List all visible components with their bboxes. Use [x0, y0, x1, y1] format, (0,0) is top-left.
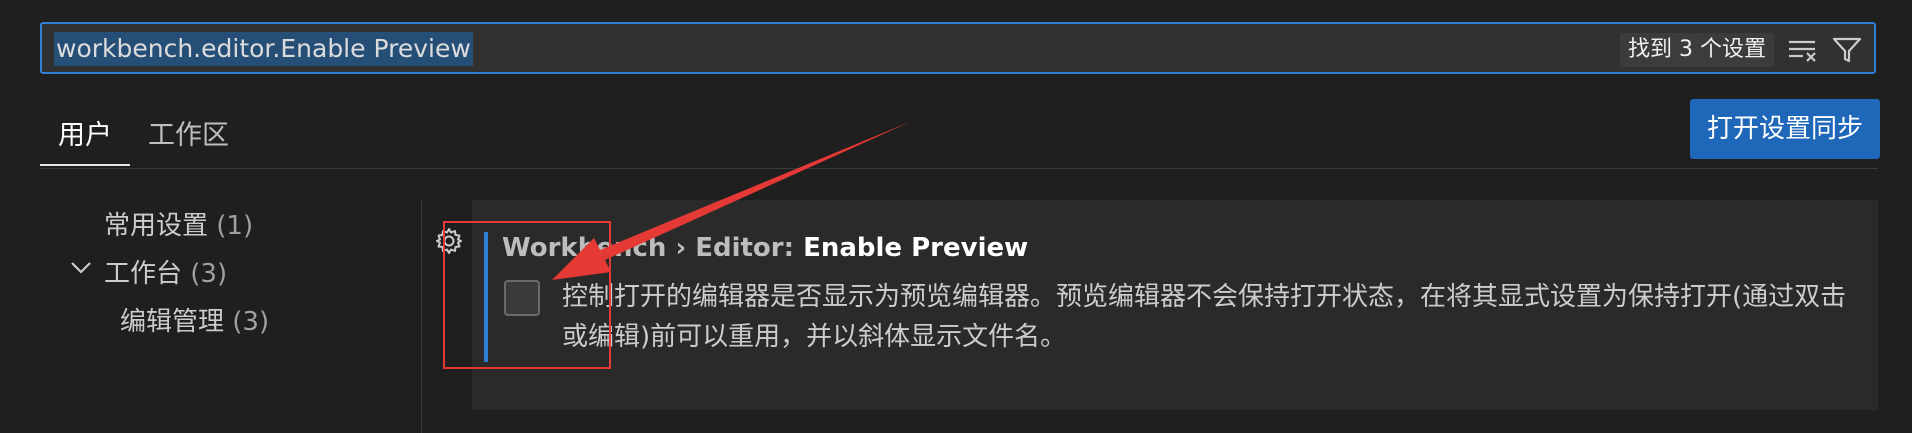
setting-breadcrumb: Workbench › Editor:: [502, 233, 804, 263]
toc-item-editor-management[interactable]: 编辑管理 (3): [120, 302, 269, 342]
toc-item-common[interactable]: 常用设置 (1): [104, 206, 253, 246]
toc-item-label: 工作台: [104, 259, 183, 289]
toc-item-count: (1): [216, 211, 254, 241]
funnel-icon[interactable]: [1830, 33, 1864, 67]
toc-item-label: 常用设置: [104, 211, 209, 241]
toc-item-workbench[interactable]: 工作台 (3): [104, 254, 227, 294]
settings-search-box[interactable]: workbench.editor.Enable Preview 找到 3 个设置: [40, 22, 1876, 74]
enable-preview-checkbox[interactable]: [504, 280, 540, 316]
clear-filter-icon[interactable]: [1786, 35, 1820, 65]
chevron-down-icon[interactable]: [70, 256, 92, 278]
setting-name: Enable Preview: [803, 233, 1029, 263]
gear-icon[interactable]: [434, 226, 464, 256]
toc-divider: [421, 200, 422, 433]
tab-user[interactable]: 用户: [40, 108, 130, 166]
setting-description: 控制打开的编辑器是否显示为预览编辑器。预览编辑器不会保持打开状态，在将其显式设置…: [562, 282, 1847, 352]
settings-sync-button[interactable]: 打开设置同步: [1690, 99, 1880, 159]
setting-focus-indicator: [484, 232, 488, 362]
toc-item-count: (3): [190, 259, 228, 289]
tab-workspace[interactable]: 工作区: [130, 108, 247, 164]
setting-title: Workbench › Editor: Enable Preview: [502, 228, 1028, 268]
tabs-divider: [40, 168, 1878, 169]
settings-scope-tabs: 用户 工作区: [40, 108, 247, 168]
search-result-count: 找到 3 个设置: [1620, 33, 1774, 67]
toc-item-count: (3): [232, 307, 270, 337]
search-input[interactable]: workbench.editor.Enable Preview: [54, 32, 473, 66]
toc-item-label: 编辑管理: [120, 307, 225, 337]
